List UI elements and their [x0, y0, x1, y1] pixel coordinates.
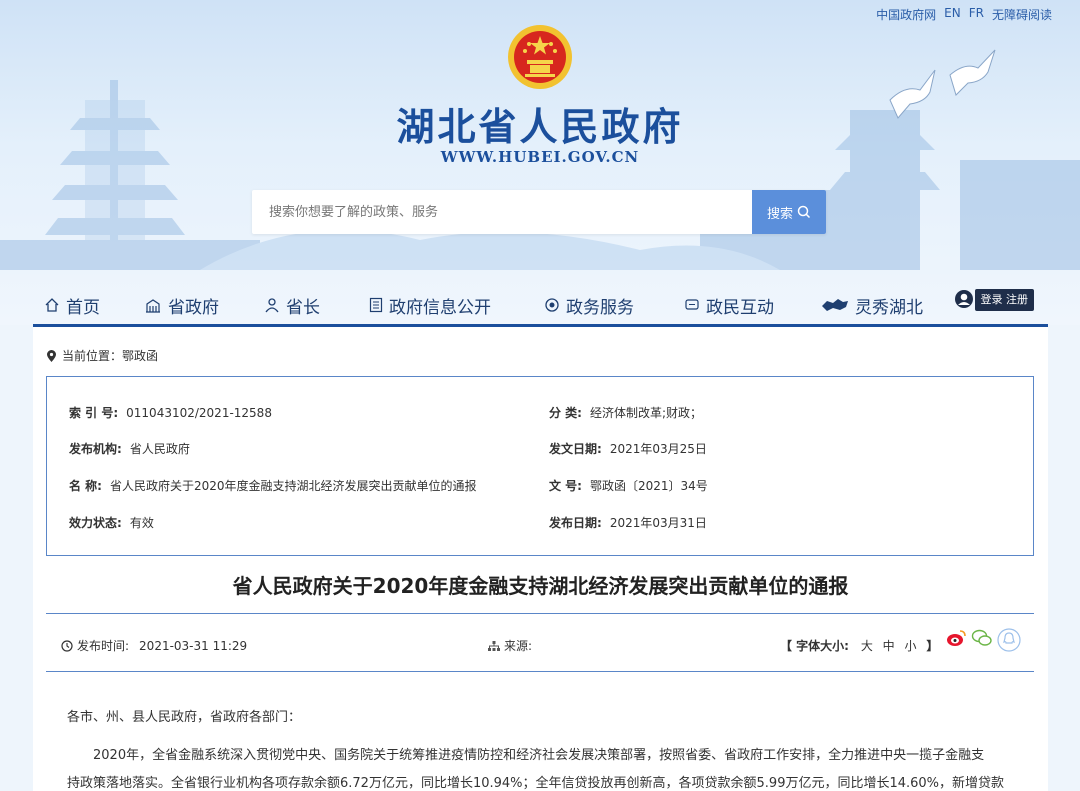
- top-link-fr[interactable]: FR: [969, 6, 984, 23]
- nav-label: 省长: [286, 297, 320, 318]
- nav-item-info-disclosure[interactable]: 政府信息公开: [369, 293, 491, 318]
- info-status: 效力状态: 有效: [69, 516, 154, 530]
- search-button-label: 搜索: [766, 206, 793, 222]
- person-icon: [265, 298, 279, 313]
- info-issuer: 发布机构: 省人民政府: [69, 442, 190, 456]
- publish-time-label: 发布时间:: [77, 639, 130, 653]
- font-small-button[interactable]: 小: [905, 639, 917, 653]
- breadcrumb-current[interactable]: 鄂政函: [122, 349, 158, 363]
- info-publish-date: 发布日期: 2021年03月31日: [549, 516, 707, 530]
- location-pin-icon: [47, 349, 56, 362]
- nav-label: 政府信息公开: [389, 297, 491, 318]
- nav-item-province-gov[interactable]: 省政府: [144, 293, 219, 318]
- nav-item-home[interactable]: 首页: [44, 293, 100, 318]
- publish-time: 发布时间: 2021-03-31 11:29: [61, 637, 247, 654]
- search-button[interactable]: 搜索: [752, 190, 826, 234]
- search-icon: [797, 205, 811, 219]
- info-index: 索 引 号: 011043102/2021-12588: [69, 406, 272, 420]
- breadcrumb: 当前位置：鄂政函: [47, 347, 158, 364]
- meta-divider: [46, 671, 1034, 672]
- nav-label: 首页: [66, 297, 100, 318]
- info-name: 名 称: 省人民政府关于2020年度金融支持湖北经济发展突出贡献单位的通报: [69, 479, 477, 493]
- weibo-icon[interactable]: [945, 628, 967, 648]
- info-doc-number: 文 号: 鄂政函〔2021〕34号: [549, 479, 708, 493]
- nav-item-governor[interactable]: 省长: [264, 293, 320, 318]
- breadcrumb-prefix: 当前位置：: [62, 349, 123, 363]
- nav-label: 政务服务: [566, 297, 634, 318]
- info-category: 分 类: 经济体制改革;财政；: [549, 406, 703, 420]
- nav-item-lingxiu-hubei[interactable]: 灵秀湖北: [821, 293, 923, 318]
- header-banner: 中国政府网 EN FR 无障碍阅读 湖北省人民政府 WWW.HUBEI.GOV.…: [0, 0, 1080, 325]
- font-size-label: 【 字体大小:: [780, 639, 849, 653]
- chat-icon: [685, 299, 699, 310]
- login-register-button[interactable]: 登录 注册: [974, 289, 1034, 311]
- home-icon: [45, 298, 59, 312]
- service-icon: [545, 298, 559, 312]
- share-icons: [945, 628, 1021, 652]
- main-nav: 首页 省政府 省长 政府信息公开 政务服务 政民互动 灵秀湖北 登录 注册: [44, 286, 1034, 324]
- info-doc-date: 发文日期: 2021年03月25日: [549, 442, 707, 456]
- font-medium-button[interactable]: 中: [883, 639, 895, 653]
- cranes-illustration: [889, 49, 996, 119]
- content-panel: 当前位置：鄂政函 索 引 号: 011043102/2021-12588 分 类:…: [33, 324, 1048, 791]
- salutation: 各市、州、县人民政府，省政府各部门：: [67, 710, 302, 725]
- nav-label: 灵秀湖北: [855, 297, 923, 318]
- search-input[interactable]: [252, 190, 752, 234]
- document-icon: [369, 297, 383, 313]
- user-icon[interactable]: [954, 289, 974, 309]
- font-size-bracket: 】: [926, 639, 939, 653]
- nav-item-interaction[interactable]: 政民互动: [684, 293, 774, 318]
- font-size-control: 【 字体大小: 大 中 小 】: [780, 637, 941, 654]
- source-label: 来源:: [504, 639, 533, 653]
- hubei-map-icon: [822, 299, 848, 311]
- sitemap-icon: [488, 640, 500, 651]
- publish-time-value: 2021-03-31 11:29: [139, 638, 248, 653]
- paragraph-1-line-1: 2020年，全省金融系统深入贯彻党中央、国务院关于统筹推进疫情防控和经济社会发展…: [93, 748, 985, 763]
- source: 来源:: [488, 637, 532, 654]
- building-icon: [146, 299, 160, 313]
- qq-icon[interactable]: [997, 628, 1021, 652]
- top-link-gov-cn[interactable]: 中国政府网: [876, 6, 936, 23]
- title-divider: [46, 613, 1034, 614]
- document-info-box: 索 引 号: 011043102/2021-12588 分 类: 经济体制改革;财政…: [46, 376, 1034, 556]
- top-link-accessibility[interactable]: 无障碍阅读: [992, 6, 1052, 23]
- nav-label: 政民互动: [706, 297, 774, 318]
- paragraph-1-line-2: 持政策落地落实。全省银行业机构各项存款余额6.72万亿元，同比增长10.94%；…: [67, 776, 1005, 791]
- nav-label: 省政府: [168, 297, 219, 318]
- article-title: 省人民政府关于2020年度金融支持湖北经济发展突出贡献单位的通报: [232, 574, 849, 598]
- national-emblem-icon: [508, 25, 572, 89]
- top-link-en[interactable]: EN: [944, 6, 961, 23]
- font-large-button[interactable]: 大: [861, 639, 873, 653]
- nav-item-gov-service[interactable]: 政务服务: [544, 293, 634, 318]
- wechat-icon[interactable]: [971, 628, 993, 648]
- search-box: 搜索: [252, 190, 826, 234]
- top-links: 中国政府网 EN FR 无障碍阅读: [876, 6, 1052, 23]
- clock-icon: [61, 639, 73, 652]
- site-url: WWW.HUBEI.GOV.CN: [440, 148, 640, 166]
